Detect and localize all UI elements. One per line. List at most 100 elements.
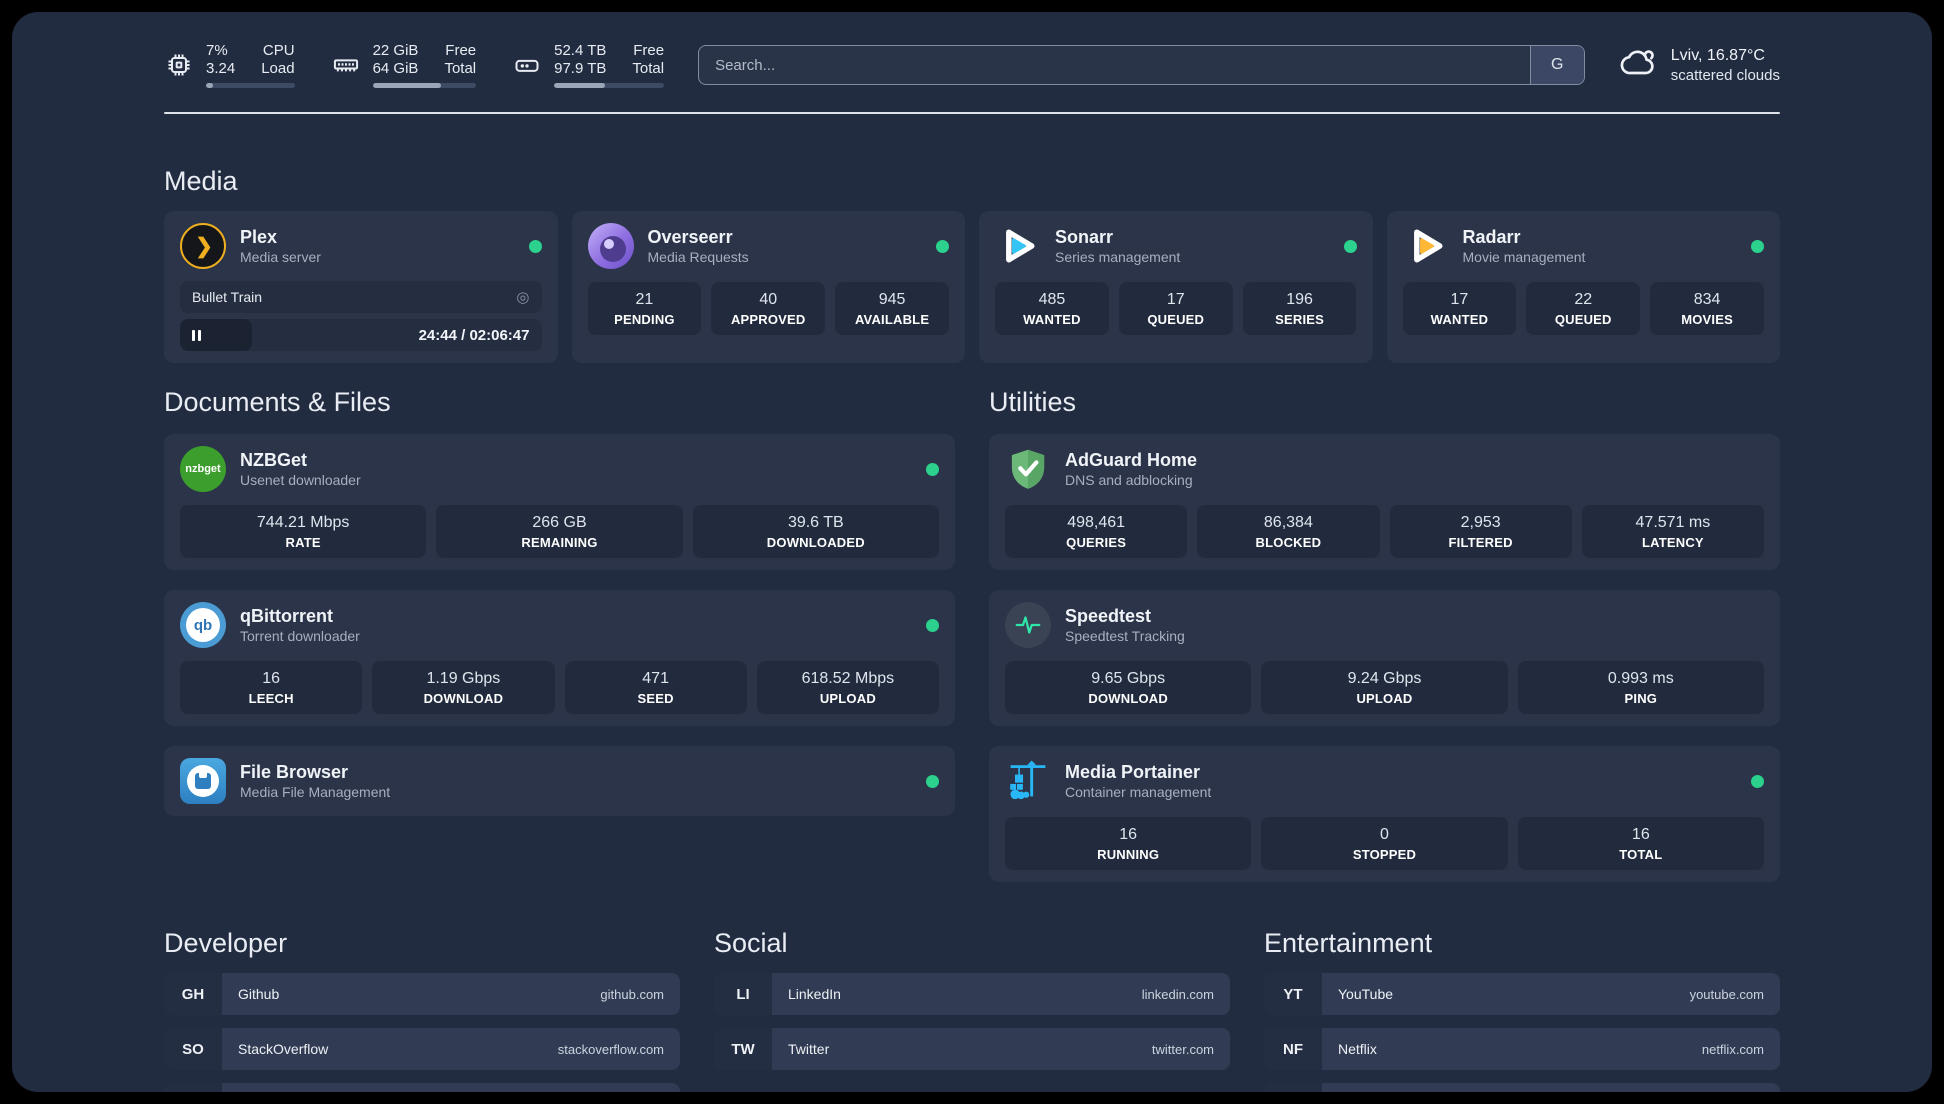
portainer-crane-icon [1005, 758, 1051, 804]
stat-box: 196 SERIES [1242, 282, 1357, 335]
stat-box: 39.6 TB DOWNLOADED [692, 505, 939, 558]
qbittorrent-link[interactable]: qb qBittorrent Torrent downloader [180, 602, 939, 648]
stat-box: 17 WANTED [1402, 282, 1517, 335]
memory-stat: 22 GiB 64 GiB Free Total [331, 42, 477, 88]
disk-progress-bar [554, 83, 665, 88]
stat-box: 16 RUNNING [1005, 817, 1252, 870]
section-utilities: Utilities AdGuard Home DNS and adblockin… [989, 387, 1780, 882]
memory-values: 22 GiB 64 GiB [372, 42, 419, 77]
overseerr-status-dot [936, 239, 949, 253]
overseerr-title: Overseerr [647, 227, 733, 247]
bookmark-netflix[interactable]: NF Netflix netflix.com [1264, 1028, 1780, 1070]
stat-box: 744.21 Mbps RATE [180, 505, 427, 558]
portainer-card: Media Portainer Container management 16 R… [989, 746, 1780, 882]
dashboard-page: 7% 3.24 CPU Load 22 GiB 64 GiB Free Tota… [12, 12, 1932, 1092]
search-provider-button[interactable]: G [1529, 46, 1584, 84]
overseerr-card: Overseerr Media Requests 21 PENDING 40 APP… [571, 211, 965, 363]
disk-icon [512, 50, 542, 80]
bookmark-dev[interactable]: DT DEVdev.to [164, 1083, 680, 1092]
system-stats: 7% 3.24 CPU Load 22 GiB 64 GiB Free Tota… [164, 42, 665, 88]
stat-box: 17 QUEUED [1118, 282, 1233, 335]
playback-bar[interactable]: 24:44 / 02:06:47 [180, 319, 542, 351]
filebrowser-link[interactable]: File Browser Media File Management [180, 758, 939, 804]
weather-widget: Lviv, 16.87°C scattered clouds [1619, 43, 1780, 88]
bookmark-group-social: Social LI LinkedIn linkedin.com TW Twitte… [714, 928, 1230, 1092]
entertainment-section-title: Entertainment [1264, 928, 1433, 958]
search-input[interactable] [698, 45, 1585, 85]
playback-progress [180, 319, 253, 351]
stat-box: 485 WANTED [995, 282, 1109, 335]
portainer-link[interactable]: Media Portainer Container management [1005, 758, 1764, 804]
pause-icon[interactable] [192, 329, 201, 341]
overseerr-icon [587, 223, 634, 269]
stat-box: 86,384 BLOCKED [1197, 505, 1380, 558]
plex-link[interactable]: ❯ Plex Media server [180, 223, 542, 269]
bookmark-github[interactable]: GH Github github.com [164, 973, 680, 1015]
nzbget-link[interactable]: nzbget NZBGet Usenet downloader [180, 446, 939, 492]
stat-box: 22 QUEUED [1526, 282, 1641, 335]
nzbget-subtitle: Usenet downloader [240, 472, 361, 488]
filebrowser-title: File Browser [240, 762, 349, 782]
section-documents: Documents & Files nzbget NZBGet Usenet d… [164, 387, 955, 882]
memory-labels: Free Total [444, 42, 477, 77]
filebrowser-subtitle: Media File Management [240, 784, 391, 800]
adguard-link[interactable]: AdGuard Home DNS and adblocking [1005, 446, 1764, 492]
now-playing-title: Bullet Train [192, 289, 263, 305]
bookmark-reddit[interactable]: RE Redditreddit.com [1264, 1083, 1780, 1092]
disk-values: 52.4 TB 97.9 TB [554, 42, 607, 77]
bookmark-twitter[interactable]: TW Twitter twitter.com [714, 1028, 1230, 1070]
stat-box: 16 LEECH [180, 661, 363, 714]
cpu-labels: CPU Load [261, 42, 295, 77]
filebrowser-card: File Browser Media File Management [164, 746, 955, 816]
speedtest-link[interactable]: Speedtest Speedtest Tracking [1005, 602, 1764, 648]
session-icon[interactable]: ◎ [516, 288, 529, 306]
portainer-title: Media Portainer [1065, 762, 1201, 782]
cpu-values: 7% 3.24 [206, 42, 236, 77]
nzbget-title: NZBGet [240, 450, 307, 470]
search-bar: G [698, 45, 1585, 85]
adguard-subtitle: DNS and adblocking [1065, 472, 1193, 488]
bookmark-youtube[interactable]: YT YouTube youtube.com [1264, 973, 1780, 1015]
bookmark-linkedin[interactable]: LI LinkedIn linkedin.com [714, 973, 1230, 1015]
memory-progress-bar [372, 83, 477, 88]
sonarr-link[interactable]: Sonarr Series management [995, 223, 1357, 269]
stat-box: 40 APPROVED [711, 282, 826, 335]
plex-icon: ❯ [180, 223, 226, 269]
stat-box: 21 PENDING [587, 282, 702, 335]
overseerr-subtitle: Media Requests [647, 249, 749, 265]
nzbget-status-dot [926, 462, 939, 476]
qbittorrent-icon: qb [180, 602, 226, 648]
overseerr-link[interactable]: Overseerr Media Requests [587, 223, 949, 269]
nzbget-card: nzbget NZBGet Usenet downloader 744.21 M… [164, 434, 955, 570]
qbittorrent-status-dot [926, 618, 939, 632]
bookmark-stackoverflow[interactable]: SO StackOverflow stackoverflow.com [164, 1028, 680, 1070]
portainer-subtitle: Container management [1065, 784, 1212, 800]
stat-box: 2,953 FILTERED [1389, 505, 1572, 558]
speedtest-subtitle: Speedtest Tracking [1065, 628, 1185, 644]
radarr-link[interactable]: Radarr Movie management [1403, 223, 1764, 269]
sonarr-card: Sonarr Series management 485 WANTED 17 QUE… [979, 211, 1373, 363]
adguard-icon [1005, 446, 1051, 492]
cpu-stat: 7% 3.24 CPU Load [164, 42, 295, 88]
qbittorrent-subtitle: Torrent downloader [240, 628, 360, 644]
stat-box: 0.993 ms PING [1517, 661, 1764, 714]
radarr-status-dot [1751, 239, 1764, 253]
adguard-card: AdGuard Home DNS and adblocking 498,461 Q… [989, 434, 1780, 570]
stat-box: 834 MOVIES [1650, 282, 1764, 335]
qbittorrent-title: qBittorrent [240, 606, 333, 626]
sonarr-icon [995, 223, 1041, 269]
media-section-title: Media [164, 166, 238, 196]
sonarr-status-dot [1343, 239, 1357, 253]
developer-section-title: Developer [164, 928, 288, 958]
disk-labels: Free Total [632, 42, 665, 77]
plex-title: Plex [240, 227, 278, 247]
memory-icon [331, 50, 361, 80]
radarr-icon [1403, 223, 1449, 269]
nzbget-icon: nzbget [180, 446, 226, 492]
topbar: 7% 3.24 CPU Load 22 GiB 64 GiB Free Tota… [164, 42, 1780, 88]
sonarr-title: Sonarr [1055, 227, 1114, 247]
filebrowser-status-dot [926, 774, 939, 788]
plex-status-dot [528, 239, 542, 253]
speedtest-title: Speedtest [1065, 606, 1152, 626]
stat-box: 1.19 Gbps DOWNLOAD [372, 661, 555, 714]
